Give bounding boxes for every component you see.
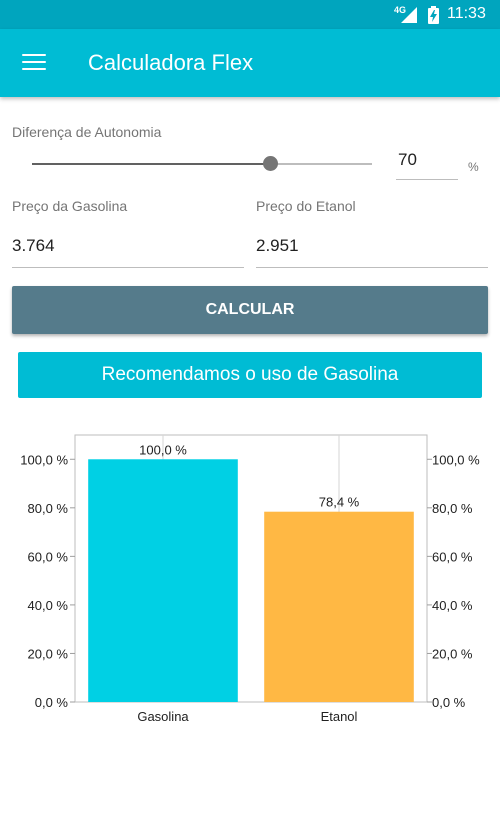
status-bar: 4G 11:33 [0, 0, 500, 29]
y-tick-label-left: 60,0 % [28, 549, 69, 564]
ethanol-price-label: Preço do Etanol [256, 198, 356, 214]
app-bar: Calculadora Flex [0, 29, 500, 97]
bar-value-label: 100,0 % [139, 442, 187, 457]
y-tick-label-left: 40,0 % [28, 598, 69, 613]
gasoline-price-input[interactable]: 3.764 [12, 236, 244, 268]
app-title: Calculadora Flex [88, 50, 254, 75]
recommendation-banner: Recomendamos o uso de Gasolina [18, 352, 482, 398]
y-tick-label-right: 40,0 % [432, 598, 473, 613]
y-tick-label-left: 20,0 % [28, 646, 69, 661]
y-tick-label-right: 100,0 % [432, 452, 480, 467]
y-tick-label-right: 60,0 % [432, 549, 473, 564]
menu-icon[interactable] [22, 54, 46, 72]
autonomy-label: Diferença de Autonomia [12, 124, 162, 140]
x-category-label: Gasolina [137, 709, 189, 724]
y-tick-label-right: 80,0 % [432, 501, 473, 516]
ethanol-price-input[interactable]: 2.951 [256, 236, 488, 268]
slider-fill [32, 163, 270, 165]
x-category-label: Etanol [321, 709, 358, 724]
slider-thumb[interactable] [263, 156, 278, 171]
battery-charging-icon [428, 6, 439, 24]
clock: 11:33 [447, 5, 486, 22]
y-tick-label-right: 20,0 % [432, 646, 473, 661]
y-tick-label-left: 100,0 % [20, 452, 68, 467]
bar-gasolina [88, 459, 238, 702]
gasoline-price-label: Preço da Gasolina [12, 198, 128, 214]
y-tick-label-left: 0,0 % [35, 695, 69, 710]
y-tick-label-left: 80,0 % [28, 501, 69, 516]
autonomy-input[interactable]: 70 [396, 150, 458, 180]
signal-icon [401, 7, 417, 23]
y-tick-label-right: 0,0 % [432, 695, 466, 710]
bar-etanol [264, 511, 414, 702]
percent-unit-label: % [468, 160, 479, 174]
autonomy-slider[interactable] [32, 155, 372, 173]
calculate-button[interactable]: CALCULAR [12, 286, 488, 334]
bar-value-label: 78,4 % [319, 495, 360, 510]
comparison-chart: 0,0 % 0,0 % 20,0 % 20,0 % 40,0 % 40,0 % 60,0 %… [20, 434, 480, 724]
